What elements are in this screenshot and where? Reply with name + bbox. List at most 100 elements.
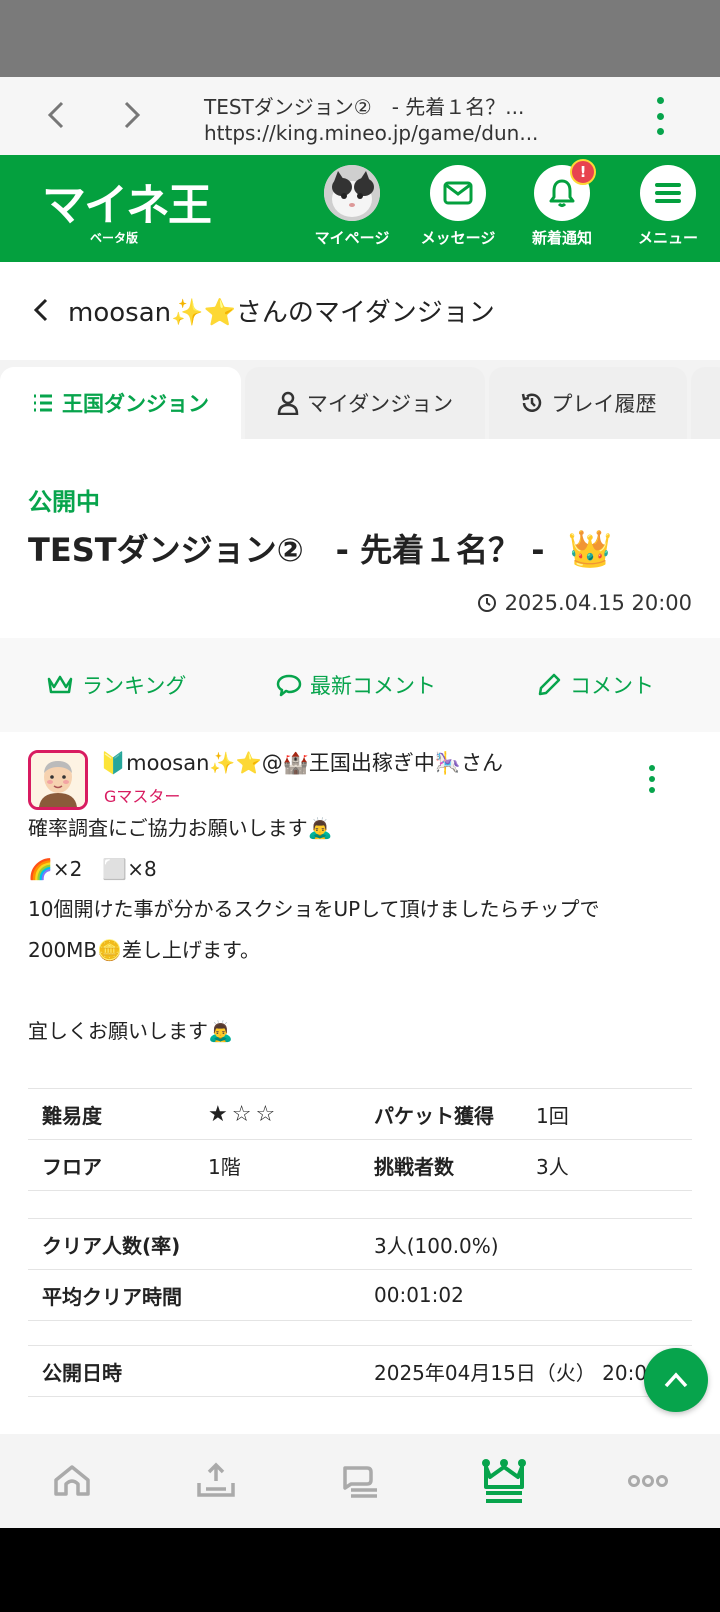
dot <box>656 97 664 104</box>
table-row: 難易度 ★☆☆ パケット獲得 1回 <box>28 1088 692 1140</box>
cat-avatar-icon <box>324 165 380 221</box>
person-icon <box>277 391 299 415</box>
star-rating: ★☆☆ <box>208 1101 280 1127</box>
browser-back-button[interactable] <box>36 95 76 135</box>
status-bar <box>0 0 720 77</box>
bell-icon <box>549 179 575 207</box>
latest-comment-link[interactable]: 最新コメント <box>276 638 436 732</box>
challengers-label: 挑戦者数 <box>360 1139 522 1191</box>
notification-badge: ! <box>570 159 596 185</box>
upload-tray-icon <box>197 1462 235 1497</box>
crown-outline-icon <box>47 675 73 694</box>
challengers-value: 3人 <box>522 1139 692 1191</box>
post-menu-button[interactable] <box>640 759 664 799</box>
author-name[interactable]: 🔰moosan✨⭐@🏰王国出稼ぎ中🎠さん <box>100 747 503 777</box>
published-label: 公開日時 <box>28 1345 360 1397</box>
author-rank: Gマスター <box>104 787 181 806</box>
comment-button[interactable]: コメント <box>536 638 654 732</box>
history-icon <box>521 393 541 412</box>
post-line: 確率調査にご協力お願いします🙇‍♂️ <box>28 816 333 840</box>
publish-datetime: 2025.04.15 20:00 <box>477 591 692 615</box>
chevron-up-icon <box>664 1372 688 1388</box>
back-button[interactable] <box>30 294 54 330</box>
notification-label: 新着通知 <box>531 229 592 247</box>
scroll-top-button[interactable] <box>644 1348 708 1412</box>
notification-button[interactable]: ! 新着通知 <box>512 159 612 248</box>
chevron-left-icon <box>33 298 48 322</box>
datetime-text: 2025.04.15 20:00 <box>504 591 692 615</box>
elderly-man-avatar-icon <box>31 753 85 807</box>
dungeon-detail: 公開中 TESTダンジョン② - 先着１名？ - 👑 2025.04.15 20… <box>0 439 720 1434</box>
message-icon-circle <box>430 165 486 221</box>
nav-community[interactable] <box>288 1434 432 1528</box>
nav-home[interactable] <box>0 1434 144 1528</box>
tab-bar: 王国ダンジョン マイダンジョン プレイ履歴 <box>0 367 720 439</box>
post-line: 200MB🪙差し上げます。 <box>28 938 261 962</box>
system-nav-area <box>0 1528 720 1612</box>
dot <box>649 776 655 782</box>
author-avatar[interactable] <box>28 750 88 810</box>
table-row: 平均クリア時間 00:01:02 <box>28 1269 692 1321</box>
action-bar: ランキング 最新コメント コメント <box>0 638 720 732</box>
chevron-right-icon <box>124 101 141 129</box>
message-label: メッセージ <box>420 229 496 247</box>
browser-menu-button[interactable] <box>652 97 668 135</box>
tab-my-dungeon[interactable]: マイダンジョン <box>245 367 485 439</box>
nav-king[interactable] <box>432 1434 576 1528</box>
packet-value: 1回 <box>522 1088 692 1140</box>
site-logo[interactable]: マイネ王 <box>42 169 212 233</box>
ranking-link[interactable]: ランキング <box>46 638 186 732</box>
browser-tab-title[interactable]: TESTダンジョン② - 先着１名？... <box>204 91 524 120</box>
latest-comment-label: 最新コメント <box>310 674 436 698</box>
url-bar[interactable]: https://king.mineo.jp/game/dun... <box>204 121 538 145</box>
browser-forward-button[interactable] <box>112 95 152 135</box>
publish-table: 公開日時 2025年04月15日（火） 20:00 <box>28 1345 692 1397</box>
king-crown-icon <box>482 1459 526 1503</box>
floor-value: 1階 <box>194 1139 360 1191</box>
dot <box>649 787 655 793</box>
dot <box>656 112 664 120</box>
menu-button[interactable]: メニュー <box>618 165 718 248</box>
hamburger-icon <box>655 183 681 203</box>
nav-upload[interactable] <box>144 1434 288 1528</box>
mypage-button[interactable]: マイページ <box>302 165 402 248</box>
ranking-label: ランキング <box>82 674 187 698</box>
dungeon-stats-table: 難易度 ★☆☆ パケット獲得 1回 フロア 1階 挑戦者数 3人 <box>28 1088 692 1191</box>
floor-label: フロア <box>28 1139 194 1191</box>
page-title-bar: moosan✨⭐さんのマイダンジョン <box>0 262 720 360</box>
more-icon <box>628 1475 668 1487</box>
pencil-icon <box>538 673 561 696</box>
post-line: 🌈×2 ⬜×8 <box>28 857 157 881</box>
speech-bubble-icon <box>276 674 302 697</box>
avg-time-value: 00:01:02 <box>360 1269 692 1321</box>
dot <box>649 765 655 771</box>
mypage-label: マイページ <box>314 229 390 247</box>
mail-icon <box>443 181 473 205</box>
clear-stats-table: クリア人数(率) 3人(100.0%) 平均クリア時間 00:01:02 <box>28 1218 692 1321</box>
post-line: 宜しくお願いします🙇‍♂️ <box>28 1019 233 1043</box>
dot <box>656 128 664 135</box>
crown-icon: 👑 <box>567 529 613 570</box>
nav-more[interactable] <box>576 1434 720 1528</box>
tab-label: 王国ダンジョン <box>62 392 209 416</box>
table-row: 公開日時 2025年04月15日（火） 20:00 <box>28 1345 692 1397</box>
clear-rate-label: クリア人数(率) <box>28 1218 360 1270</box>
tab-overflow[interactable] <box>691 367 720 439</box>
published-value: 2025年04月15日（火） 20:00 <box>360 1345 692 1397</box>
home-icon <box>54 1465 90 1496</box>
table-row: フロア 1階 挑戦者数 3人 <box>28 1139 692 1191</box>
menu-label: メニュー <box>637 229 698 247</box>
tab-label: プレイ履歴 <box>551 392 657 416</box>
packet-label: パケット獲得 <box>360 1088 522 1140</box>
message-button[interactable]: メッセージ <box>408 165 508 248</box>
publish-status: 公開中 <box>28 488 100 516</box>
site-header: マイネ王 ベータ版 マイページ メッセージ ! 新着通知 メニュー <box>0 155 720 262</box>
page-title: moosan✨⭐さんのマイダンジョン <box>68 298 495 328</box>
tab-kingdom-dungeon[interactable]: 王国ダンジョン <box>0 367 241 439</box>
chat-bubbles-icon <box>343 1466 377 1498</box>
user-avatar <box>324 165 380 221</box>
menu-icon-circle <box>640 165 696 221</box>
list-icon <box>34 394 52 412</box>
tab-play-history[interactable]: プレイ履歴 <box>489 367 687 439</box>
logo-beta-label: ベータ版 <box>90 231 139 245</box>
